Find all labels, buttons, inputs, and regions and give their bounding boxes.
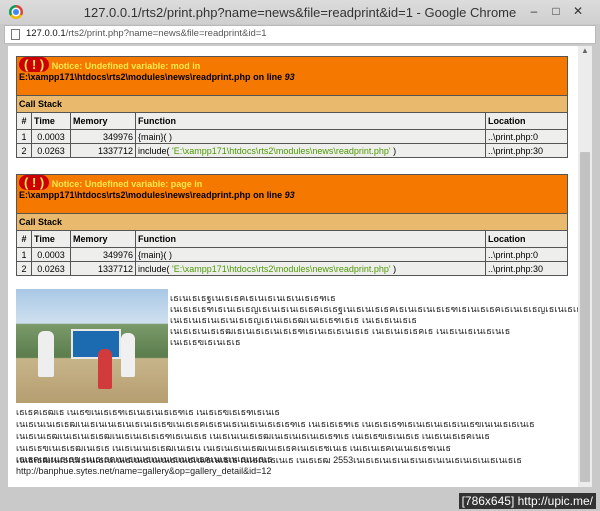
function-close: ) — [393, 263, 397, 274]
title-bar: 127.0.0.1/rts2/print.php?name=news&file=… — [0, 0, 600, 24]
notice-on-line: on line — [253, 190, 283, 200]
notice-text: Notice: Undefined variable: page in — [51, 179, 203, 189]
watermark: [786x645] http://upic.me/ — [458, 493, 596, 509]
article-intro: เธเนเธเธฐเนเธเธฅเธเนเธเนเธเนเธเธฑเธ เนเธ… — [170, 293, 578, 347]
cell-function: include( 'E:\xampp171\htdocs\rts2\module… — [135, 143, 486, 158]
cell-num: 2 — [16, 261, 32, 276]
cell-location: ..\print.php:30 — [485, 143, 568, 158]
cell-memory: 1337712 — [70, 143, 136, 158]
minimize-button[interactable]: – — [525, 4, 543, 18]
cell-location: ..\print.php:0 — [485, 129, 568, 144]
url-path: /rts2/print.php?name=news&file=readprint… — [65, 28, 267, 39]
notice-message: ( ! ) Notice: Undefined variable: page i… — [16, 174, 568, 214]
notice-line-number: 93 — [284, 190, 295, 200]
cell-num: 1 — [16, 247, 32, 262]
warning-icon: ( ! ) — [19, 175, 50, 190]
address-bar[interactable]: 127.0.0.1/rts2/print.php?name=news&file=… — [4, 25, 596, 44]
url-host: 127.0.0.1 — [26, 28, 66, 39]
scroll-up-arrow-icon[interactable]: ▲ — [578, 46, 592, 58]
maximize-button[interactable]: □ — [547, 4, 565, 18]
vertical-scrollbar[interactable]: ▲ — [578, 46, 592, 487]
cell-time: 0.0263 — [31, 143, 71, 158]
table-row: 1 0.0003 349976 {main}( ) ..\print.php:0 — [16, 129, 568, 144]
col-num: # — [16, 112, 32, 130]
cell-num: 2 — [16, 143, 32, 158]
table-row: 2 0.0263 1337712 include( 'E:\xampp171\h… — [16, 143, 568, 158]
col-function: Function — [135, 112, 486, 130]
cell-location: ..\print.php:30 — [485, 261, 568, 276]
photo-figure — [121, 333, 135, 377]
notice-path: E:\xampp171\htdocs\rts2\modules\news\rea… — [19, 72, 251, 82]
warning-icon: ( ! ) — [19, 57, 50, 72]
browser-window: 127.0.0.1/rts2/print.php?name=news&file=… — [0, 0, 600, 511]
function-name: include( — [138, 263, 170, 274]
cell-memory: 349976 — [70, 129, 136, 144]
window-title: 127.0.0.1/rts2/print.php?name=news&file=… — [83, 5, 517, 20]
call-stack-heading: Call Stack — [16, 213, 568, 231]
col-num: # — [16, 230, 32, 248]
notice-message: ( ! ) Notice: Undefined variable: mod in… — [16, 56, 568, 96]
article-footer: เธเธฅเธเนเธเธฃ เนเธเธฅเนเธเนเธเนเนเธเนเธ… — [16, 453, 571, 477]
cell-function: {main}( ) — [135, 247, 486, 262]
notice-path: E:\xampp171\htdocs\rts2\modules\news\rea… — [19, 190, 251, 200]
cell-function: include( 'E:\xampp171\htdocs\rts2\module… — [135, 261, 486, 276]
photo-figure — [38, 331, 54, 377]
cell-location: ..\print.php:0 — [485, 247, 568, 262]
cell-memory: 1337712 — [70, 261, 136, 276]
function-name: include( — [138, 145, 170, 156]
scroll-thumb[interactable] — [580, 152, 590, 482]
col-memory: Memory — [70, 230, 136, 248]
cell-num: 1 — [16, 129, 32, 144]
article-photo — [16, 289, 168, 403]
xdebug-error-table: ( ! ) Notice: Undefined variable: page i… — [16, 174, 568, 276]
photo-figure — [98, 349, 112, 389]
col-memory: Memory — [70, 112, 136, 130]
function-arg: 'E:\xampp171\htdocs\rts2\modules\news\re… — [172, 263, 391, 274]
article-caption: เธเธฅเธเนเธเธฃ เนเธเธฅเนเธเนเธเนเนเธเนเธ… — [16, 454, 273, 464]
page-icon — [11, 29, 20, 40]
col-location: Location — [485, 112, 568, 130]
bottom-bar: [786x645] http://upic.me/ — [0, 487, 600, 511]
cell-memory: 349976 — [70, 247, 136, 262]
notice-line-number: 93 — [284, 72, 295, 82]
notice-text: Notice: Undefined variable: mod in — [51, 61, 201, 71]
col-time: Time — [31, 230, 71, 248]
col-location: Location — [485, 230, 568, 248]
url-text[interactable]: 127.0.0.1/rts2/print.php?name=news&file=… — [26, 28, 267, 39]
article-link[interactable]: http://banphue.sytes.net/name=gallery&op… — [16, 465, 571, 477]
call-stack-heading: Call Stack — [16, 95, 568, 113]
col-time: Time — [31, 112, 71, 130]
notice-on-line: on line — [253, 72, 283, 82]
cell-time: 0.0263 — [31, 261, 71, 276]
photo-banner — [71, 329, 121, 359]
close-button[interactable]: ✕ — [569, 4, 587, 18]
function-close: ) — [393, 145, 397, 156]
cell-time: 0.0003 — [31, 129, 71, 144]
table-row: 2 0.0263 1337712 include( 'E:\xampp171\h… — [16, 261, 568, 276]
col-function: Function — [135, 230, 486, 248]
cell-function: {main}( ) — [135, 129, 486, 144]
table-row: 1 0.0003 349976 {main}( ) ..\print.php:0 — [16, 247, 568, 262]
page-content: ( ! ) Notice: Undefined variable: mod in… — [8, 46, 578, 487]
xdebug-error-table: ( ! ) Notice: Undefined variable: mod in… — [16, 56, 568, 158]
function-arg: 'E:\xampp171\htdocs\rts2\modules\news\re… — [172, 145, 391, 156]
cell-time: 0.0003 — [31, 247, 71, 262]
